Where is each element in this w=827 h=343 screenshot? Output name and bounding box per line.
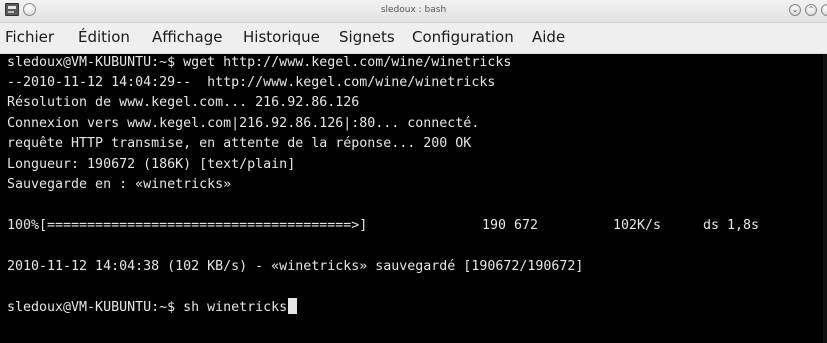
download-size: 190 672 — [482, 218, 539, 233]
menu-affichage[interactable]: Affichage — [152, 28, 222, 46]
maximize-icon[interactable]: ⌃ — [805, 4, 817, 16]
menu-signets[interactable]: Signets — [339, 28, 395, 46]
download-time: ds 1,8s — [703, 218, 760, 233]
window-title: sledoux : bash — [380, 5, 447, 15]
menu-historique[interactable]: Historique — [243, 28, 320, 46]
title-bar[interactable]: sledoux : bash ⌄ ⌃ — [0, 0, 827, 23]
terminal-line-saved: 2010-11-12 14:04:38 (102 KB/s) - «winetr… — [7, 259, 584, 274]
current-command: sledoux@VM-KUBUNTU:~$ sh winetricks — [7, 300, 288, 315]
terminal-line-length: Longueur: 190672 (186K) [text/plain] — [7, 157, 296, 172]
window-edge — [823, 54, 827, 343]
terminal-line-command: sledoux@VM-KUBUNTU:~$ wget http://www.ke… — [7, 55, 512, 70]
terminal-window: sledoux : bash ⌄ ⌃ Fichier Édition Affic… — [0, 0, 827, 343]
close-icon[interactable] — [821, 4, 827, 16]
download-progress-bar: 100%[===================================… — [7, 218, 368, 233]
text-cursor — [288, 298, 298, 314]
menu-configuration[interactable]: Configuration — [412, 28, 514, 46]
minimize-icon[interactable]: ⌄ — [789, 4, 801, 16]
menu-edition[interactable]: Édition — [78, 28, 130, 46]
terminal-prompt-line[interactable]: sledoux@VM-KUBUNTU:~$ sh winetricks — [7, 298, 298, 317]
menu-bar: Fichier Édition Affichage Historique Sig… — [0, 23, 827, 54]
download-speed: 102K/s — [613, 218, 662, 233]
terminal-line-resolution: Résolution de www.kegel.com... 216.92.86… — [7, 95, 360, 110]
terminal-line-timestamp: --2010-11-12 14:04:29-- http://www.kegel… — [7, 75, 496, 90]
terminal-line-save-target: Sauvegarde en : «winetricks» — [7, 177, 232, 192]
terminal-output[interactable]: sledoux@VM-KUBUNTU:~$ wget http://www.ke… — [0, 54, 827, 343]
menu-aide[interactable]: Aide — [532, 28, 565, 46]
terminal-line-http-request: requête HTTP transmise, en attente de la… — [7, 136, 472, 151]
menu-fichier[interactable]: Fichier — [5, 28, 54, 46]
terminal-line-connection: Connexion vers www.kegel.com|216.92.86.1… — [7, 116, 480, 131]
